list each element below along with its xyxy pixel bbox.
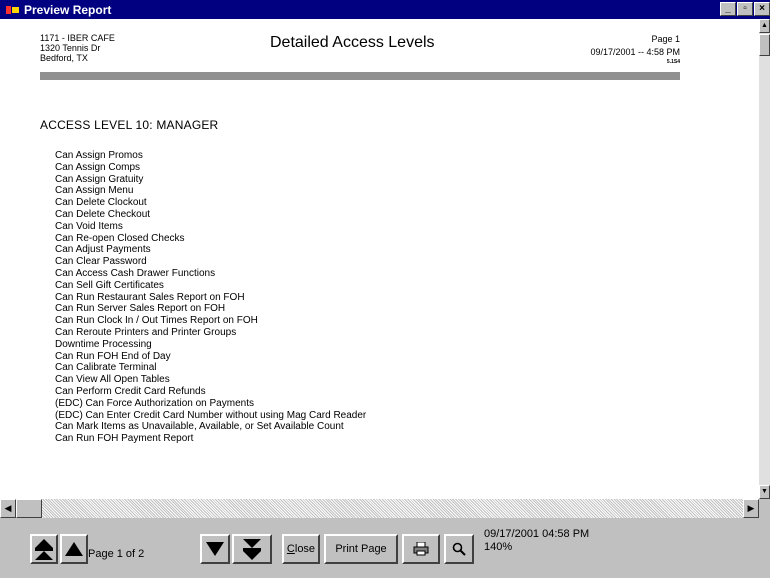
print-button[interactable] (402, 534, 440, 564)
permission-item: Can Run Restaurant Sales Report on FOH (55, 291, 245, 303)
print-page-button[interactable]: Print Page (324, 534, 398, 564)
scroll-up-icon[interactable]: ▲ (759, 19, 770, 33)
last-page-button[interactable] (232, 534, 272, 564)
header-divider (40, 72, 680, 80)
permission-item: Can Run Clock In / Out Times Report on F… (55, 315, 258, 327)
title-bar: Preview Report _ ▫ × (0, 0, 770, 19)
permission-item: Can Void Items (55, 220, 123, 232)
permission-item: Can Re-open Closed Checks (55, 232, 185, 244)
report-preview-area: 1171 - IBER CAFE 1320 Tennis Dr Bedford,… (0, 19, 759, 499)
scroll-right-icon[interactable]: ▶ (743, 499, 759, 518)
permission-item: Can Calibrate Terminal (55, 362, 157, 374)
permission-item: Can Clear Password (55, 256, 147, 268)
status-info: 09/17/2001 04:58 PM 140% (484, 528, 589, 554)
first-page-button[interactable] (30, 534, 58, 564)
prev-page-button[interactable] (60, 534, 88, 564)
permission-item: Can View All Open Tables (55, 374, 170, 386)
permission-item: Can Assign Promos (55, 150, 143, 161)
store-address: 1171 - IBER CAFE 1320 Tennis Dr Bedford,… (40, 33, 115, 63)
permission-item: Can Run FOH End of Day (55, 350, 171, 362)
report-page-info: Page 1 09/17/2001 -- 4:58 PM 5.1S4 (590, 33, 680, 65)
close-label: lose (294, 543, 316, 555)
permission-item: (EDC) Can Force Authorization on Payment… (55, 397, 254, 409)
permission-item: Can Mark Items as Unavailable, Available… (55, 421, 344, 433)
store-name: 1171 - IBER CAFE (40, 33, 115, 43)
vertical-scroll-thumb[interactable] (759, 34, 770, 56)
magnifier-icon (452, 542, 466, 556)
prev-page-icon (65, 542, 83, 556)
next-page-icon (206, 542, 224, 556)
status-datetime: 09/17/2001 04:58 PM (484, 528, 590, 540)
report-title: Detailed Access Levels (270, 34, 435, 51)
permission-item: Can Delete Clockout (55, 197, 147, 209)
permission-item: Can Assign Comps (55, 161, 141, 173)
permission-item: Can Assign Menu (55, 185, 134, 197)
scrollbar-corner (759, 499, 770, 518)
close-button[interactable]: Close (282, 534, 320, 564)
permission-item: Can Assign Gratuity (55, 173, 144, 185)
access-level-heading: ACCESS LEVEL 10: MANAGER (40, 118, 219, 132)
app-icon (6, 4, 20, 16)
permission-item: (EDC) Can Enter Credit Card Number witho… (55, 409, 367, 421)
next-page-button[interactable] (200, 534, 230, 564)
permission-item: Can Access Cash Drawer Functions (55, 267, 216, 279)
horizontal-scrollbar[interactable]: ◀ ▶ (0, 499, 759, 518)
zoom-level: 140% (484, 541, 513, 553)
permission-item: Can Run Server Sales Report on FOH (55, 303, 226, 315)
close-accelerator: C (286, 543, 295, 555)
last-page-icon (243, 538, 261, 560)
report-version: 5.1S4 (666, 59, 680, 65)
permission-item: Can Sell Gift Certificates (55, 279, 164, 291)
permission-item: Can Run FOH Payment Report (55, 433, 194, 445)
minimize-button[interactable]: _ (720, 2, 736, 16)
zoom-button[interactable] (444, 534, 474, 564)
report-page-number: Page 1 (651, 34, 680, 44)
window-controls: _ ▫ × (719, 2, 770, 16)
first-page-icon (35, 538, 53, 560)
permission-item: Can Adjust Payments (55, 244, 151, 256)
permission-item: Can Reroute Printers and Printer Groups (55, 326, 237, 338)
store-city: Bedford, TX (40, 53, 88, 63)
permission-list: Can Assign Promos Can Assign Comps Can Ass… (55, 150, 366, 445)
horizontal-scroll-thumb[interactable] (16, 499, 42, 518)
permission-item: Can Perform Credit Card Refunds (55, 385, 206, 397)
scroll-down-icon[interactable]: ▼ (759, 485, 770, 499)
permission-item: Downtime Processing (55, 338, 152, 350)
close-window-button[interactable]: × (754, 2, 770, 16)
report-datetime: 09/17/2001 -- 4:58 PM (590, 47, 680, 57)
window-title: Preview Report (24, 2, 112, 17)
printer-icon (413, 542, 429, 556)
vertical-scrollbar[interactable]: ▲ ▼ (759, 19, 770, 499)
store-street: 1320 Tennis Dr (40, 43, 101, 53)
preview-toolbar: Page 1 of 2 Close Print Page 09/17/2001 … (0, 518, 770, 578)
scroll-left-icon[interactable]: ◀ (0, 499, 16, 518)
permission-item: Can Delete Checkout (55, 208, 151, 220)
page-indicator: Page 1 of 2 (88, 548, 145, 560)
maximize-button[interactable]: ▫ (737, 2, 753, 16)
